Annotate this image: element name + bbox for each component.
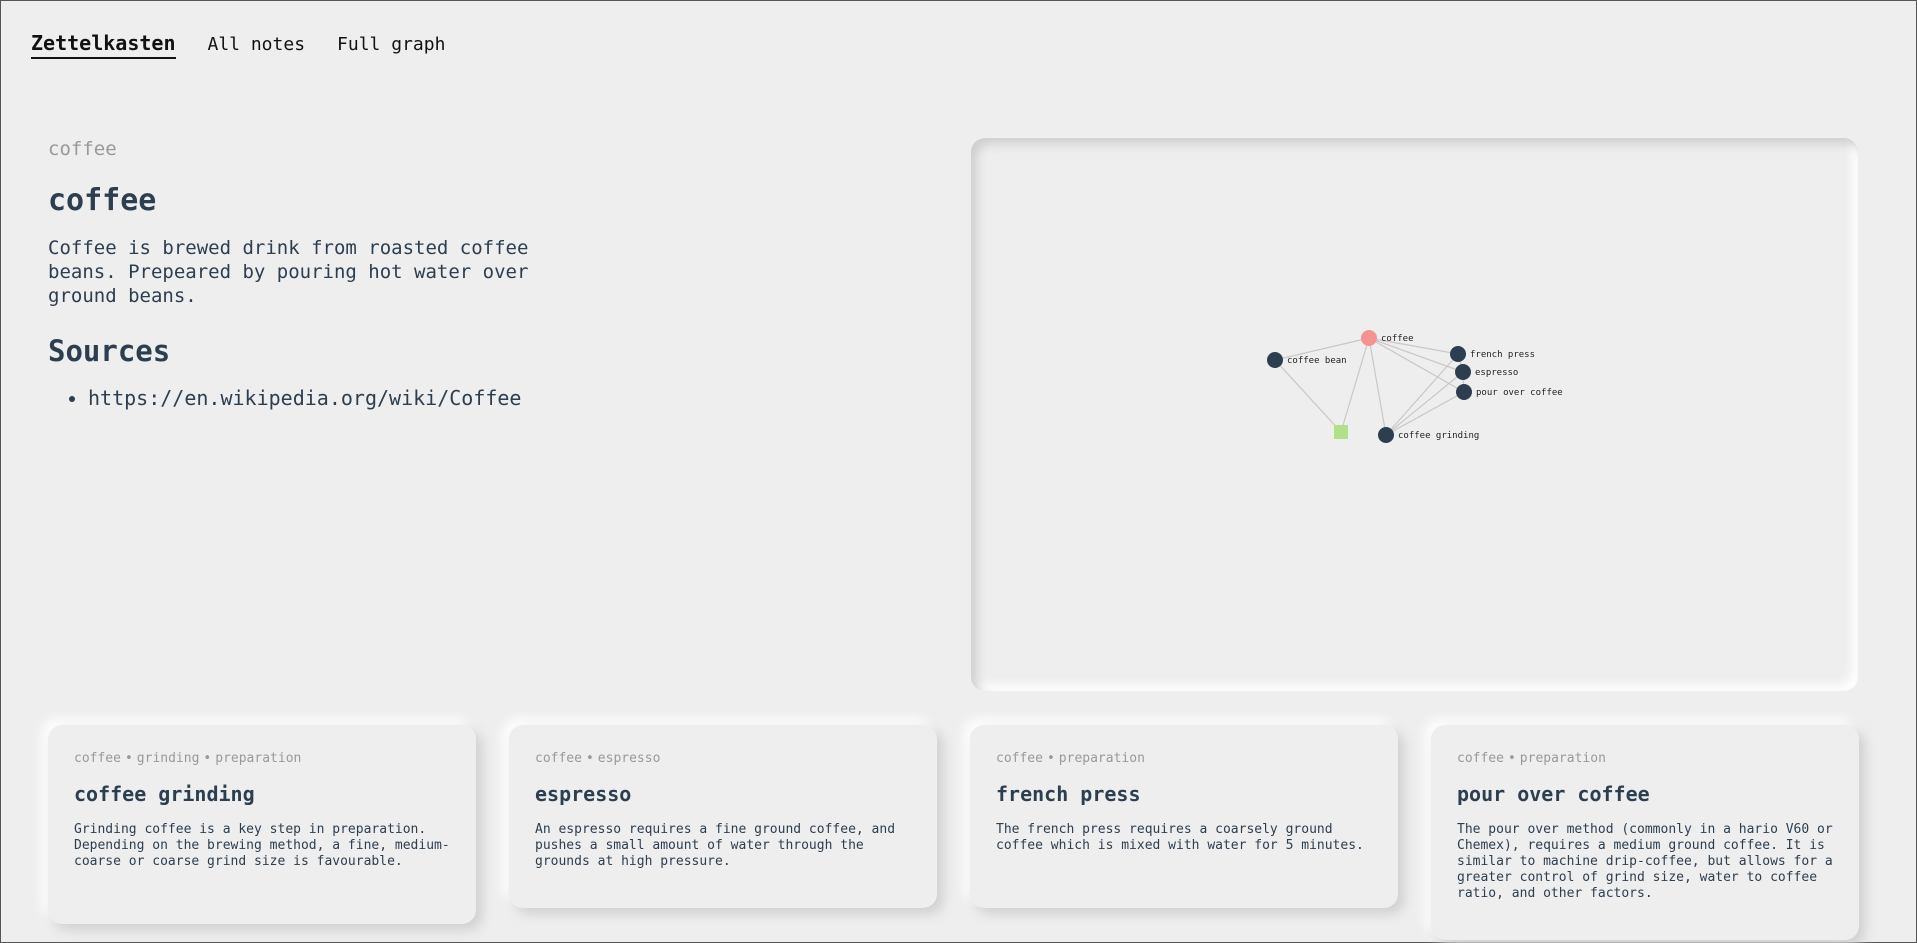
graph-edge: [1385, 353, 1459, 436]
graph-edge: [1340, 337, 1370, 433]
note-card-coffee-grinding[interactable]: coffee • grinding • preparation coffee grind…: [48, 725, 476, 924]
card-title[interactable]: espresso: [535, 782, 911, 806]
card-tag[interactable]: espresso: [598, 751, 661, 766]
source-link[interactable]: https://en.wikipedia.org/wiki/Coffee: [88, 384, 588, 412]
note-card-french-press[interactable]: coffee • preparation french press The fren…: [970, 725, 1398, 908]
graph-note-node[interactable]: [1456, 384, 1472, 400]
card-title[interactable]: pour over coffee: [1457, 782, 1833, 806]
graph-current-node[interactable]: [1361, 330, 1377, 346]
note-graph[interactable]: coffee coffee bean french press espresso pou…: [971, 138, 1858, 691]
graph-edge: [1274, 359, 1342, 433]
nav-link-all-notes[interactable]: All notes: [208, 34, 306, 57]
graph-node-label: espresso: [1475, 368, 1518, 378]
card-tag[interactable]: preparation: [215, 751, 301, 766]
card-tag[interactable]: preparation: [1059, 751, 1145, 766]
graph-edge: [1385, 391, 1465, 436]
card-tag[interactable]: preparation: [1520, 751, 1606, 766]
tag-separator: •: [1507, 751, 1516, 766]
sources-list: https://en.wikipedia.org/wiki/Coffee: [48, 384, 588, 412]
graph-note-node[interactable]: [1455, 364, 1471, 380]
graph-tag-node[interactable]: [1334, 425, 1348, 439]
note-title: coffee: [48, 183, 157, 218]
graph-note-node[interactable]: [1378, 427, 1394, 443]
card-tags: coffee • espresso: [535, 751, 911, 766]
card-body: The pour over method (commonly in a hari…: [1457, 822, 1833, 901]
note-content: coffee coffee Coffee is brewed drink fro…: [48, 137, 588, 412]
note-body: Coffee is brewed drink from roasted coff…: [48, 237, 529, 307]
graph-node-label: coffee grinding: [1398, 431, 1479, 441]
card-tags: coffee • preparation: [1457, 751, 1833, 766]
card-tag[interactable]: coffee: [74, 751, 121, 766]
graph-node-label: coffee: [1381, 334, 1414, 344]
card-body: An espresso requires a fine ground coffe…: [535, 822, 896, 869]
tag-separator: •: [585, 751, 594, 766]
sources-heading: Sources: [48, 334, 171, 368]
card-tag[interactable]: coffee: [535, 751, 582, 766]
graph-node-label: pour over coffee: [1476, 388, 1563, 398]
graph-node-label: french press: [1470, 350, 1535, 360]
card-tag[interactable]: coffee: [1457, 751, 1504, 766]
card-tags: coffee • grinding • preparation: [74, 751, 450, 766]
card-tag[interactable]: grinding: [137, 751, 200, 766]
tag-separator: •: [1046, 751, 1055, 766]
graph-note-node[interactable]: [1267, 352, 1283, 368]
tag-separator: •: [124, 751, 133, 766]
graph-edge: [1368, 337, 1387, 436]
note-card-pour-over-coffee[interactable]: coffee • preparation pour over coffee The …: [1431, 725, 1859, 940]
graph-edge: [1385, 371, 1464, 436]
card-body: Grinding coffee is a key step in prepara…: [74, 822, 450, 869]
note-tagline: coffee: [48, 138, 117, 160]
brand-link[interactable]: Zettelkasten: [31, 31, 176, 59]
card-title[interactable]: coffee grinding: [74, 782, 450, 806]
card-tags: coffee • preparation: [996, 751, 1372, 766]
note-graph-panel[interactable]: coffee coffee bean french press espresso pou…: [971, 138, 1858, 691]
note-card-espresso[interactable]: coffee • espresso espresso An espresso req…: [509, 725, 937, 908]
card-title[interactable]: french press: [996, 782, 1372, 806]
graph-note-node[interactable]: [1450, 346, 1466, 362]
tag-separator: •: [203, 751, 212, 766]
nav-link-full-graph[interactable]: Full graph: [337, 34, 445, 57]
card-body: The french press requires a coarsely gro…: [996, 822, 1364, 853]
card-tag[interactable]: coffee: [996, 751, 1043, 766]
graph-node-label: coffee bean: [1287, 356, 1347, 366]
top-nav: Zettelkasten All notes Full graph: [31, 31, 477, 59]
